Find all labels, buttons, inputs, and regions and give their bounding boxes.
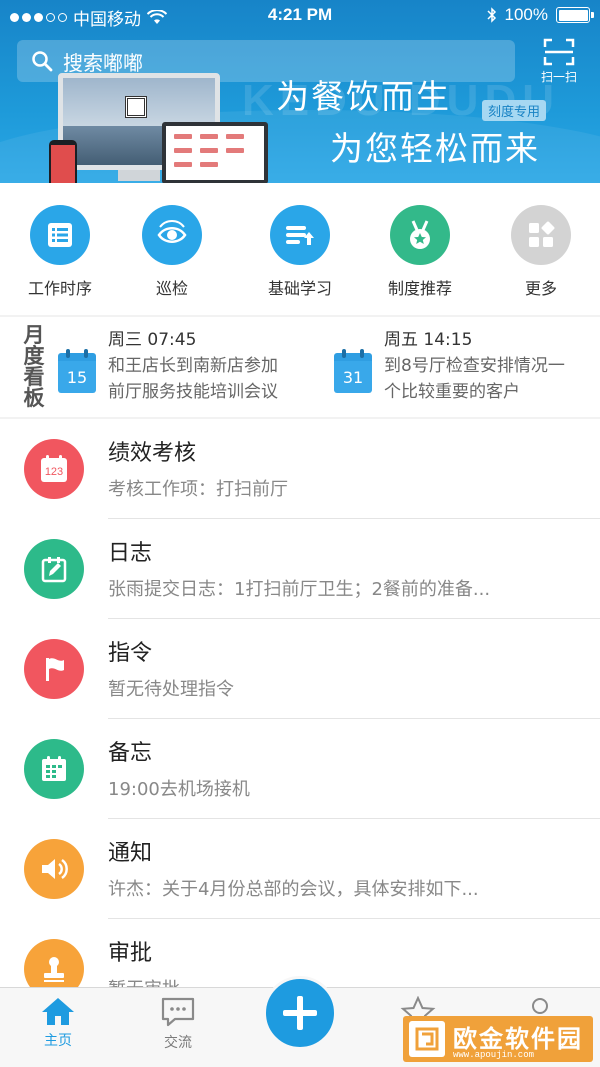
add-button[interactable] <box>263 976 337 1050</box>
promo-logo-icon <box>409 1021 445 1057</box>
tab-home[interactable]: 主页 <box>18 996 98 1050</box>
promo-name: 欧金软件园 <box>453 1025 583 1053</box>
calendar-icon: 15 <box>58 349 96 393</box>
stamp-icon <box>44 957 64 982</box>
eye-icon <box>157 220 187 243</box>
list-item-command[interactable]: 指令 暂无待处理指令 <box>0 619 600 719</box>
list-item-notice[interactable]: 通知 许杰：关于4月份总部的会议，具体安排如下... <box>0 819 600 919</box>
quick-action-schedule[interactable]: 工作时序 <box>0 205 120 299</box>
tab-chat[interactable]: 交流 <box>138 996 218 1052</box>
laptop-illustration <box>160 122 270 183</box>
list-item-memo[interactable]: 备忘 19:00去机场接机 <box>0 719 600 819</box>
search-icon <box>32 51 53 72</box>
phone-illustration <box>49 140 77 183</box>
battery-percent: 100% <box>504 5 548 24</box>
promo-watermark: 欧金软件园 www.apoujin.com <box>403 1016 593 1062</box>
medal-icon <box>410 220 430 249</box>
quick-action-inspection[interactable]: 巡检 <box>112 205 232 299</box>
monthly-board: 月度看板 15 周三 07:45 和王店长到南新店参加 前厅服务技能培训会议 3… <box>0 317 600 417</box>
learn-icon <box>286 226 314 245</box>
quick-actions: 工作时序 巡检 基础学习 制度推荐 更多 <box>0 183 600 315</box>
board-title: 月度看板 <box>23 323 45 410</box>
calendar-123-icon: 123 <box>41 455 67 482</box>
scan-button[interactable]: 扫一扫 <box>533 38 585 88</box>
board-event[interactable]: 周五 14:15 到8号厅检查安排情况一 个比较重要的客户 <box>384 327 565 405</box>
battery-icon <box>556 7 594 23</box>
calendar-icon <box>42 756 66 781</box>
quick-action-policy[interactable]: 制度推荐 <box>360 205 480 299</box>
speaker-icon <box>42 858 68 880</box>
calendar-icon: 31 <box>334 349 372 393</box>
search-placeholder: 搜索嘟嘟 <box>63 50 143 75</box>
bluetooth-icon <box>486 7 496 23</box>
list-item-log[interactable]: 日志 张雨提交日志：1打扫前厅卫生；2餐前的准备... <box>0 519 600 619</box>
plus-icon <box>283 996 317 1030</box>
board-event[interactable]: 周三 07:45 和王店长到南新店参加 前厅服务技能培训会议 <box>108 327 278 405</box>
badge: 刻度专用 <box>482 100 547 121</box>
flag-icon <box>46 658 64 681</box>
feature-list: 123 绩效考核 考核工作项：打扫前厅 日志 张雨提交日志：1打扫前厅卫生；2餐… <box>0 419 600 987</box>
slogan-line2: 为您轻松而来 <box>330 129 540 168</box>
promo-url: www.apoujin.com <box>453 1050 535 1060</box>
svg-text:123: 123 <box>45 466 63 478</box>
more-icon <box>529 221 555 247</box>
app-screen: KEDU DUDU 中国移动 4:21 PM 100% 搜索嘟嘟 扫一扫 为餐饮… <box>0 0 600 1067</box>
header-banner: KEDU DUDU 中国移动 4:21 PM 100% 搜索嘟嘟 扫一扫 为餐饮… <box>0 0 600 183</box>
quick-action-more[interactable]: 更多 <box>481 205 600 299</box>
slogan-line1: 为餐饮而生 <box>276 77 451 116</box>
list-icon <box>48 223 72 247</box>
scan-label: 扫一扫 <box>540 70 577 84</box>
quick-action-learning[interactable]: 基础学习 <box>240 205 360 299</box>
edit-icon <box>41 557 67 583</box>
list-item-performance[interactable]: 123 绩效考核 考核工作项：打扫前厅 <box>0 419 600 519</box>
scan-icon <box>543 38 575 66</box>
status-bar: 中国移动 4:21 PM 100% <box>0 0 600 30</box>
home-icon <box>42 998 74 1025</box>
chat-icon <box>161 997 195 1027</box>
